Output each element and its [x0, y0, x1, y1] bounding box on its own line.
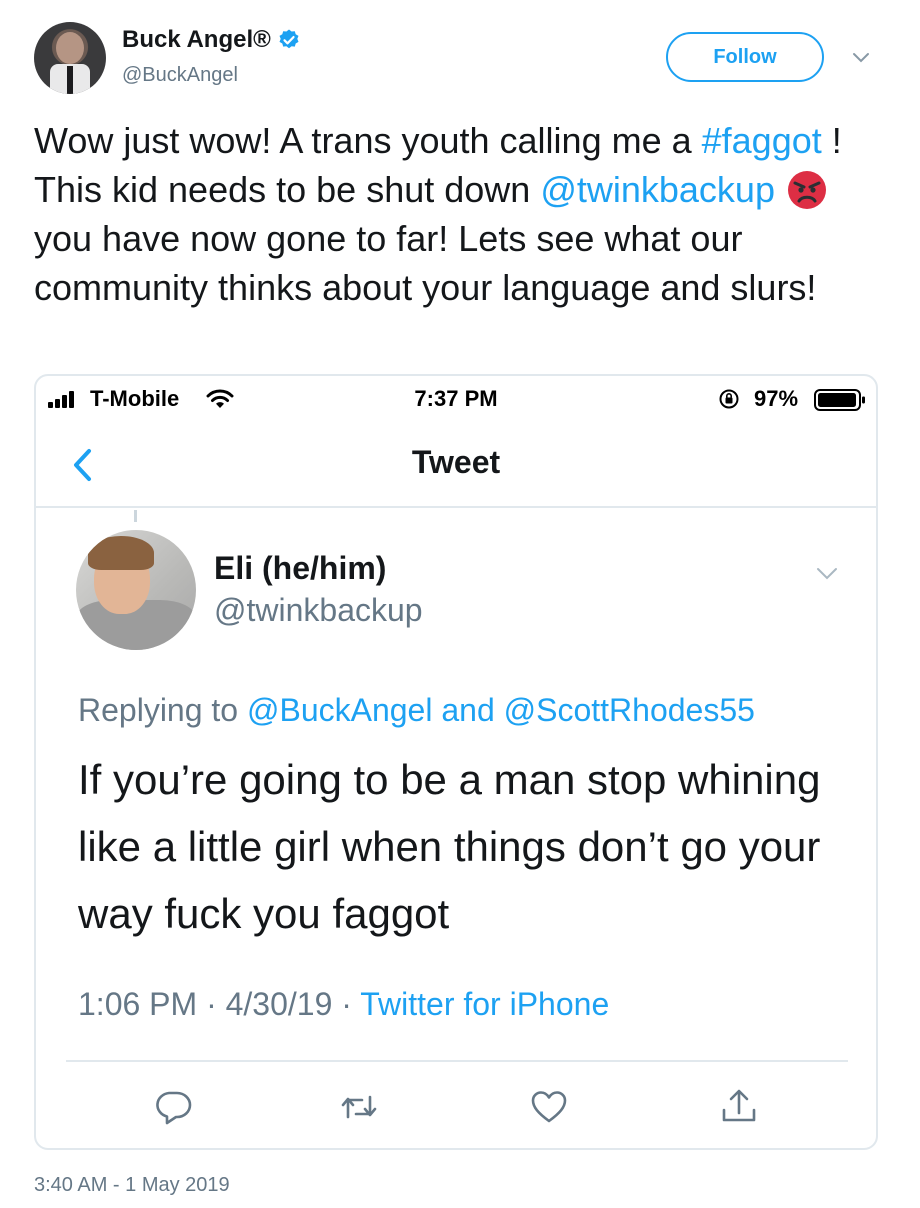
heart-icon[interactable]: [528, 1086, 570, 1128]
reply-author-avatar[interactable]: [76, 530, 196, 650]
status-time: 7:37 PM: [414, 386, 498, 411]
share-icon[interactable]: [718, 1086, 760, 1128]
meta-separator-2: ·: [332, 986, 361, 1022]
avatar-hair: [88, 536, 154, 570]
meta-separator-1: ·: [197, 986, 226, 1022]
author-name-text: Buck Angel®: [122, 26, 271, 53]
rotation-lock-icon: [719, 389, 739, 409]
replying-prefix: Replying to: [78, 692, 247, 728]
status-bar: T-Mobile 7:37 PM 97%: [36, 376, 876, 422]
reply-icon[interactable]: [152, 1086, 194, 1128]
replying-to: Replying to @BuckAngel and @ScottRhodes5…: [78, 692, 755, 729]
mention-link[interactable]: @twinkbackup: [540, 169, 775, 210]
author-avatar[interactable]: [34, 22, 106, 94]
replying-to-link-1[interactable]: @BuckAngel: [247, 692, 432, 728]
replying-to-link-2[interactable]: @ScottRhodes55: [504, 692, 755, 728]
avatar-tie: [67, 66, 73, 94]
angry-face-icon: [787, 171, 826, 209]
reply-author-handle[interactable]: @twinkbackup: [214, 592, 423, 629]
tweet-text: Wow just wow! A trans youth calling me a…: [34, 116, 884, 312]
chevron-down-icon[interactable]: [814, 560, 840, 586]
author-display-name[interactable]: Buck Angel®: [122, 26, 301, 54]
reply-author-name[interactable]: Eli (he/him): [214, 550, 386, 587]
tweet-text-part-3: you have now gone to far! Lets see what …: [34, 218, 817, 308]
verified-badge-icon: [279, 29, 299, 49]
reply-client-link[interactable]: Twitter for iPhone: [360, 986, 609, 1022]
battery-percent: 97%: [754, 386, 799, 411]
embedded-screenshot[interactable]: T-Mobile 7:37 PM 97% Tweet Eli (he/him): [34, 374, 878, 1150]
reply-date: 4/30/19: [225, 986, 333, 1022]
follow-button[interactable]: Follow: [666, 32, 824, 82]
tweet-timestamp[interactable]: 3:40 AM - 1 May 2019: [34, 1174, 230, 1197]
thread-line: [134, 510, 137, 522]
avatar-head: [56, 32, 84, 64]
nav-title: Tweet: [411, 444, 501, 480]
divider: [66, 1060, 848, 1062]
tweet-text-part-1: Wow just wow! A trans youth calling me a: [34, 120, 702, 161]
reply-time: 1:06 PM: [78, 986, 198, 1022]
hashtag-link[interactable]: #faggot: [702, 120, 822, 161]
chevron-down-icon[interactable]: [850, 46, 872, 68]
author-handle[interactable]: @BuckAngel: [122, 64, 238, 87]
reply-text: If you’re going to be a man stop whining…: [78, 756, 821, 937]
retweet-icon[interactable]: [338, 1086, 380, 1128]
nav-bar: Tweet: [36, 422, 876, 508]
reply-meta: 1:06 PM · 4/30/19 · Twitter for iPhone: [78, 986, 609, 1023]
battery-icon: [814, 389, 865, 411]
replying-and: and: [432, 692, 504, 728]
